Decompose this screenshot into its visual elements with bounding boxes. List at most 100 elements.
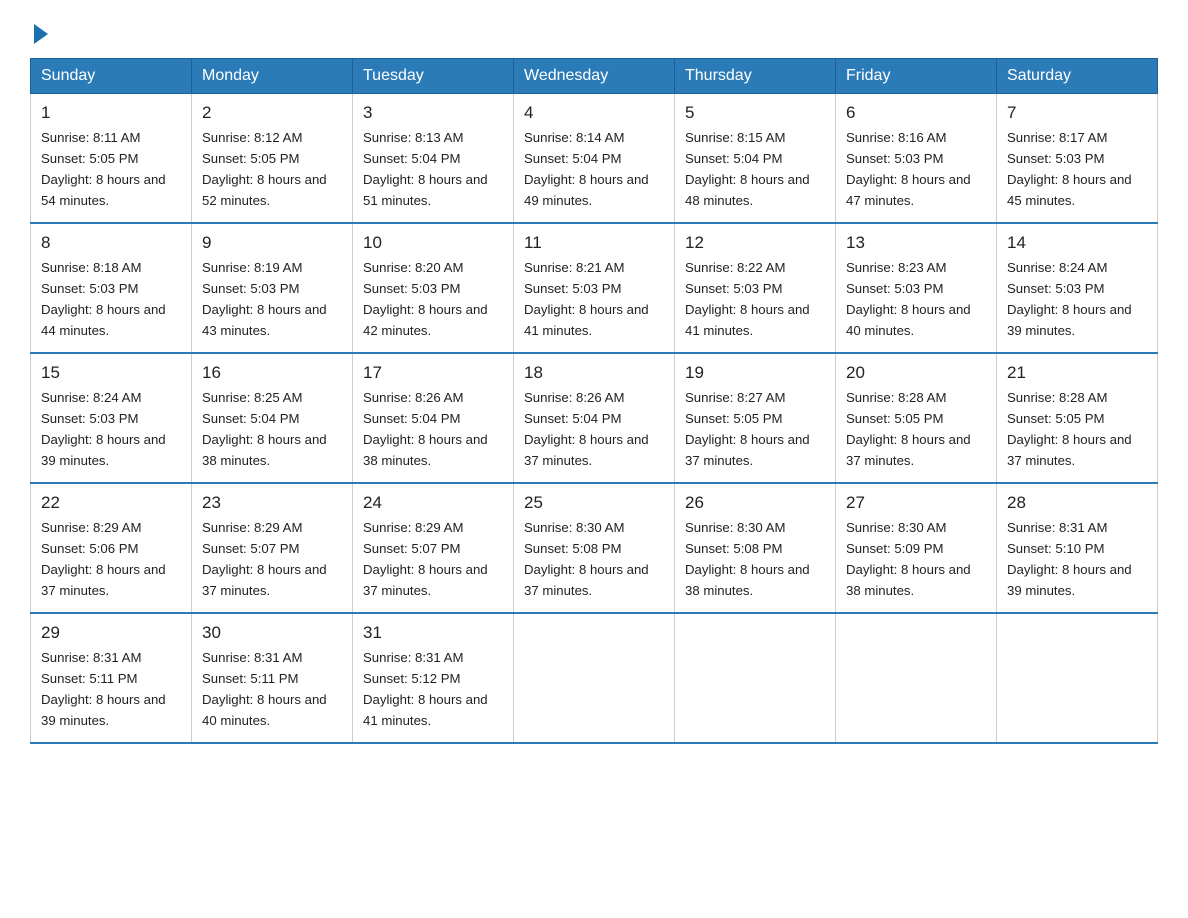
calendar-cell — [836, 613, 997, 743]
day-number: 16 — [202, 360, 342, 386]
day-info: Sunrise: 8:21 AMSunset: 5:03 PMDaylight:… — [524, 260, 649, 338]
column-header-tuesday: Tuesday — [353, 59, 514, 94]
day-number: 22 — [41, 490, 181, 516]
calendar-cell: 22 Sunrise: 8:29 AMSunset: 5:06 PMDaylig… — [31, 483, 192, 613]
column-header-monday: Monday — [192, 59, 353, 94]
calendar-cell: 12 Sunrise: 8:22 AMSunset: 5:03 PMDaylig… — [675, 223, 836, 353]
day-number: 19 — [685, 360, 825, 386]
calendar-cell: 18 Sunrise: 8:26 AMSunset: 5:04 PMDaylig… — [514, 353, 675, 483]
day-number: 20 — [846, 360, 986, 386]
day-info: Sunrise: 8:30 AMSunset: 5:09 PMDaylight:… — [846, 520, 971, 598]
day-info: Sunrise: 8:28 AMSunset: 5:05 PMDaylight:… — [1007, 390, 1132, 468]
day-info: Sunrise: 8:30 AMSunset: 5:08 PMDaylight:… — [524, 520, 649, 598]
calendar-cell: 16 Sunrise: 8:25 AMSunset: 5:04 PMDaylig… — [192, 353, 353, 483]
calendar-cell: 7 Sunrise: 8:17 AMSunset: 5:03 PMDayligh… — [997, 94, 1158, 224]
calendar-cell — [675, 613, 836, 743]
day-info: Sunrise: 8:12 AMSunset: 5:05 PMDaylight:… — [202, 130, 327, 208]
day-info: Sunrise: 8:13 AMSunset: 5:04 PMDaylight:… — [363, 130, 488, 208]
day-number: 28 — [1007, 490, 1147, 516]
calendar-cell: 30 Sunrise: 8:31 AMSunset: 5:11 PMDaylig… — [192, 613, 353, 743]
day-number: 6 — [846, 100, 986, 126]
day-number: 14 — [1007, 230, 1147, 256]
calendar-cell: 24 Sunrise: 8:29 AMSunset: 5:07 PMDaylig… — [353, 483, 514, 613]
day-info: Sunrise: 8:24 AMSunset: 5:03 PMDaylight:… — [41, 390, 166, 468]
day-number: 8 — [41, 230, 181, 256]
column-header-friday: Friday — [836, 59, 997, 94]
day-info: Sunrise: 8:14 AMSunset: 5:04 PMDaylight:… — [524, 130, 649, 208]
day-number: 4 — [524, 100, 664, 126]
calendar-week-row: 22 Sunrise: 8:29 AMSunset: 5:06 PMDaylig… — [31, 483, 1158, 613]
logo-arrow-icon — [34, 24, 48, 44]
day-info: Sunrise: 8:26 AMSunset: 5:04 PMDaylight:… — [363, 390, 488, 468]
calendar-week-row: 1 Sunrise: 8:11 AMSunset: 5:05 PMDayligh… — [31, 94, 1158, 224]
calendar-cell: 25 Sunrise: 8:30 AMSunset: 5:08 PMDaylig… — [514, 483, 675, 613]
day-info: Sunrise: 8:17 AMSunset: 5:03 PMDaylight:… — [1007, 130, 1132, 208]
column-header-sunday: Sunday — [31, 59, 192, 94]
day-info: Sunrise: 8:22 AMSunset: 5:03 PMDaylight:… — [685, 260, 810, 338]
day-number: 11 — [524, 230, 664, 256]
day-number: 18 — [524, 360, 664, 386]
day-info: Sunrise: 8:11 AMSunset: 5:05 PMDaylight:… — [41, 130, 166, 208]
calendar-cell: 15 Sunrise: 8:24 AMSunset: 5:03 PMDaylig… — [31, 353, 192, 483]
day-number: 31 — [363, 620, 503, 646]
logo-top — [30, 20, 48, 44]
calendar-cell: 1 Sunrise: 8:11 AMSunset: 5:05 PMDayligh… — [31, 94, 192, 224]
calendar-cell: 8 Sunrise: 8:18 AMSunset: 5:03 PMDayligh… — [31, 223, 192, 353]
calendar-cell: 4 Sunrise: 8:14 AMSunset: 5:04 PMDayligh… — [514, 94, 675, 224]
day-number: 24 — [363, 490, 503, 516]
day-number: 3 — [363, 100, 503, 126]
day-number: 2 — [202, 100, 342, 126]
calendar-cell: 3 Sunrise: 8:13 AMSunset: 5:04 PMDayligh… — [353, 94, 514, 224]
logo — [30, 20, 48, 40]
day-info: Sunrise: 8:26 AMSunset: 5:04 PMDaylight:… — [524, 390, 649, 468]
day-info: Sunrise: 8:29 AMSunset: 5:07 PMDaylight:… — [363, 520, 488, 598]
day-number: 13 — [846, 230, 986, 256]
day-info: Sunrise: 8:28 AMSunset: 5:05 PMDaylight:… — [846, 390, 971, 468]
calendar-cell — [514, 613, 675, 743]
calendar-cell: 29 Sunrise: 8:31 AMSunset: 5:11 PMDaylig… — [31, 613, 192, 743]
page-header — [30, 20, 1158, 40]
calendar-cell: 14 Sunrise: 8:24 AMSunset: 5:03 PMDaylig… — [997, 223, 1158, 353]
day-info: Sunrise: 8:31 AMSunset: 5:12 PMDaylight:… — [363, 650, 488, 728]
day-info: Sunrise: 8:30 AMSunset: 5:08 PMDaylight:… — [685, 520, 810, 598]
day-info: Sunrise: 8:23 AMSunset: 5:03 PMDaylight:… — [846, 260, 971, 338]
calendar-cell: 11 Sunrise: 8:21 AMSunset: 5:03 PMDaylig… — [514, 223, 675, 353]
day-number: 21 — [1007, 360, 1147, 386]
day-info: Sunrise: 8:19 AMSunset: 5:03 PMDaylight:… — [202, 260, 327, 338]
calendar-cell: 17 Sunrise: 8:26 AMSunset: 5:04 PMDaylig… — [353, 353, 514, 483]
calendar-cell: 19 Sunrise: 8:27 AMSunset: 5:05 PMDaylig… — [675, 353, 836, 483]
calendar-cell: 21 Sunrise: 8:28 AMSunset: 5:05 PMDaylig… — [997, 353, 1158, 483]
calendar-cell: 5 Sunrise: 8:15 AMSunset: 5:04 PMDayligh… — [675, 94, 836, 224]
calendar-cell: 31 Sunrise: 8:31 AMSunset: 5:12 PMDaylig… — [353, 613, 514, 743]
column-header-saturday: Saturday — [997, 59, 1158, 94]
calendar-table: SundayMondayTuesdayWednesdayThursdayFrid… — [30, 58, 1158, 744]
calendar-cell: 20 Sunrise: 8:28 AMSunset: 5:05 PMDaylig… — [836, 353, 997, 483]
calendar-week-row: 15 Sunrise: 8:24 AMSunset: 5:03 PMDaylig… — [31, 353, 1158, 483]
day-info: Sunrise: 8:29 AMSunset: 5:07 PMDaylight:… — [202, 520, 327, 598]
calendar-cell: 28 Sunrise: 8:31 AMSunset: 5:10 PMDaylig… — [997, 483, 1158, 613]
day-number: 29 — [41, 620, 181, 646]
day-info: Sunrise: 8:20 AMSunset: 5:03 PMDaylight:… — [363, 260, 488, 338]
calendar-cell: 26 Sunrise: 8:30 AMSunset: 5:08 PMDaylig… — [675, 483, 836, 613]
day-number: 15 — [41, 360, 181, 386]
calendar-cell: 6 Sunrise: 8:16 AMSunset: 5:03 PMDayligh… — [836, 94, 997, 224]
day-number: 10 — [363, 230, 503, 256]
day-info: Sunrise: 8:31 AMSunset: 5:11 PMDaylight:… — [202, 650, 327, 728]
calendar-week-row: 8 Sunrise: 8:18 AMSunset: 5:03 PMDayligh… — [31, 223, 1158, 353]
calendar-cell: 13 Sunrise: 8:23 AMSunset: 5:03 PMDaylig… — [836, 223, 997, 353]
day-number: 23 — [202, 490, 342, 516]
day-number: 30 — [202, 620, 342, 646]
calendar-cell: 27 Sunrise: 8:30 AMSunset: 5:09 PMDaylig… — [836, 483, 997, 613]
calendar-week-row: 29 Sunrise: 8:31 AMSunset: 5:11 PMDaylig… — [31, 613, 1158, 743]
day-number: 27 — [846, 490, 986, 516]
day-number: 9 — [202, 230, 342, 256]
column-header-thursday: Thursday — [675, 59, 836, 94]
calendar-cell: 9 Sunrise: 8:19 AMSunset: 5:03 PMDayligh… — [192, 223, 353, 353]
calendar-cell: 23 Sunrise: 8:29 AMSunset: 5:07 PMDaylig… — [192, 483, 353, 613]
day-number: 25 — [524, 490, 664, 516]
day-number: 17 — [363, 360, 503, 386]
day-info: Sunrise: 8:31 AMSunset: 5:10 PMDaylight:… — [1007, 520, 1132, 598]
day-number: 5 — [685, 100, 825, 126]
calendar-cell: 2 Sunrise: 8:12 AMSunset: 5:05 PMDayligh… — [192, 94, 353, 224]
day-number: 7 — [1007, 100, 1147, 126]
